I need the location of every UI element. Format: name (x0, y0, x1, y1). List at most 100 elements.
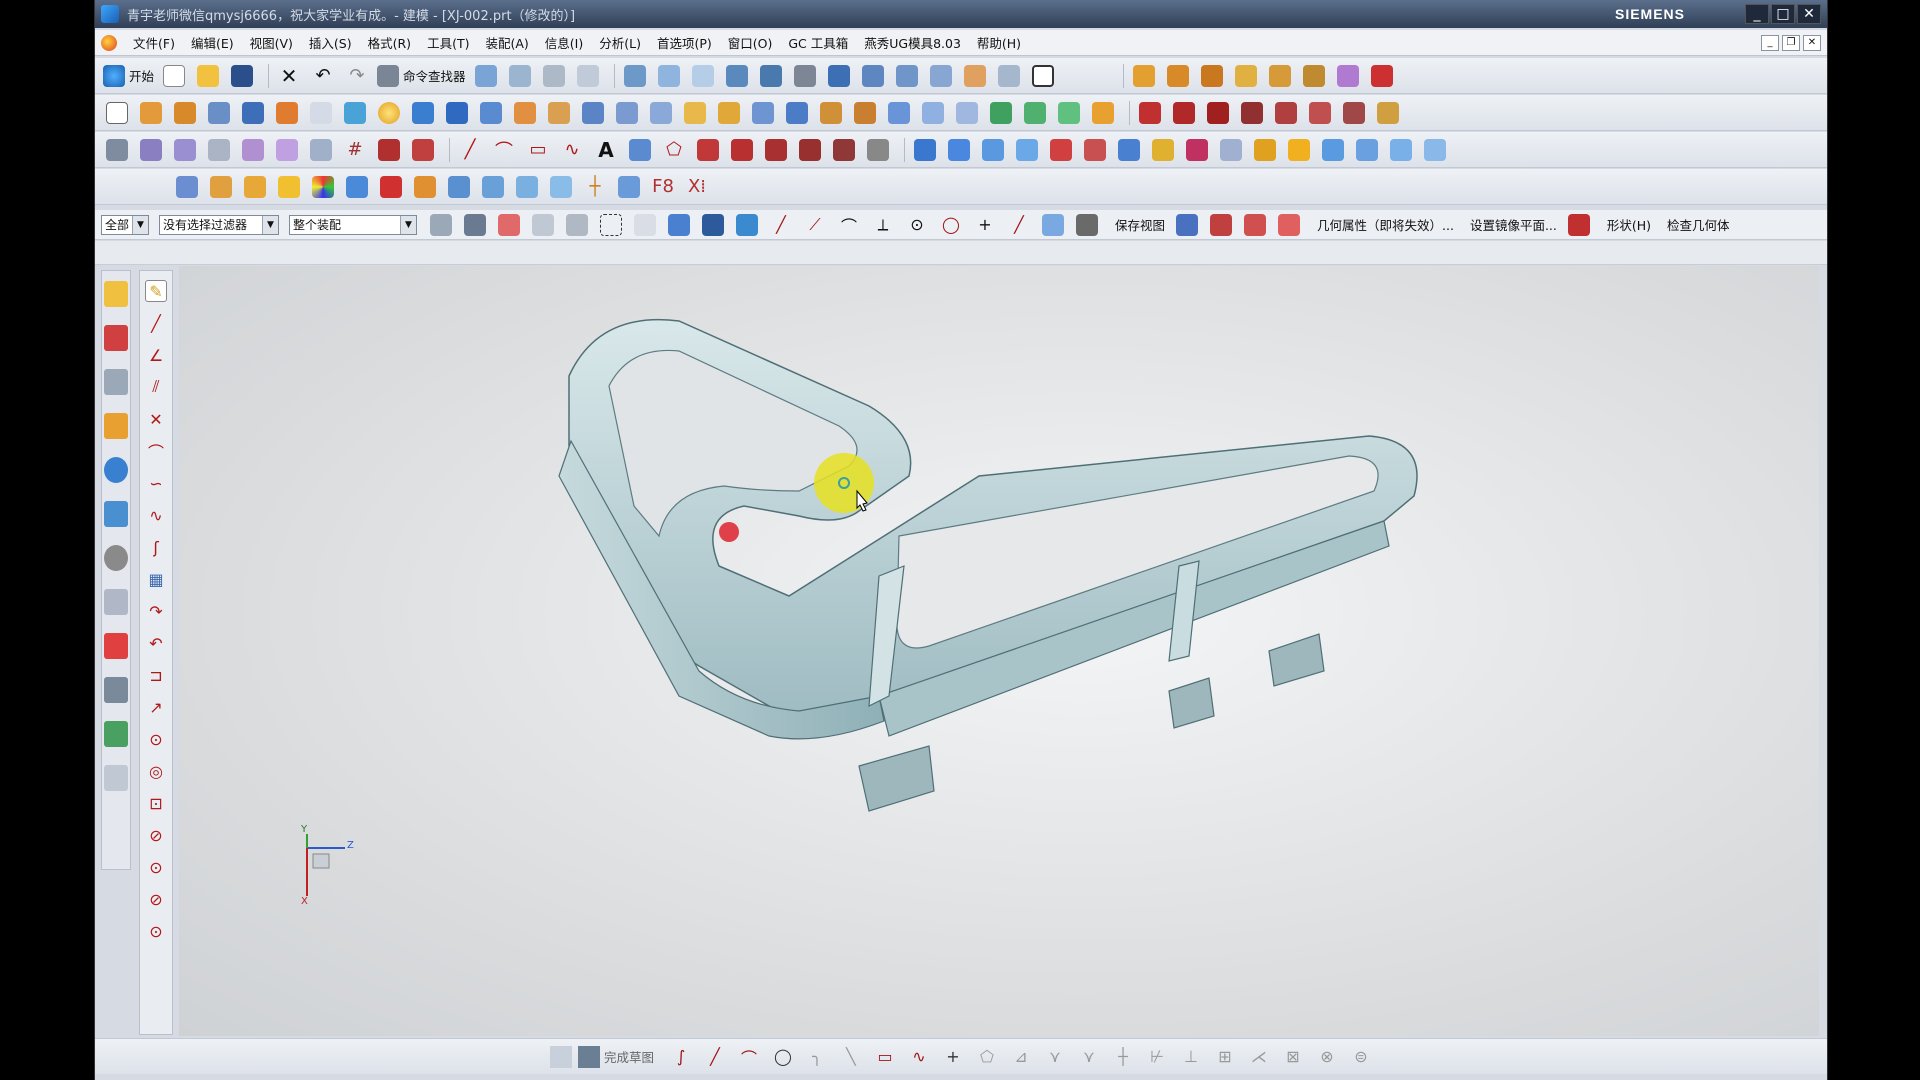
view-orient-button[interactable] (825, 62, 853, 90)
split-button[interactable] (715, 99, 743, 127)
circle-three-point-icon[interactable]: ⊡ (145, 792, 167, 814)
snap-end-button[interactable] (733, 211, 761, 239)
angle-line-icon[interactable]: ∠ (145, 344, 167, 366)
trim-icon[interactable]: ⋎ (1044, 1046, 1066, 1068)
snap-point-button[interactable] (495, 211, 523, 239)
spline-button[interactable]: ∿ (558, 136, 586, 164)
arc-tangent-icon[interactable]: ↷ (145, 600, 167, 622)
circle-tangent-icon[interactable]: ◎ (145, 760, 167, 782)
arc-icon[interactable]: ⌒ (738, 1046, 760, 1068)
selection-scope-select[interactable]: 整个装配 ▼ (289, 214, 417, 235)
arc-icon[interactable]: ⌒ (145, 440, 167, 462)
process-studio-icon[interactable] (104, 633, 128, 659)
redo-button[interactable]: ↷ (343, 62, 371, 90)
cylinder-button[interactable] (409, 99, 437, 127)
studio-spline-icon[interactable]: ∿ (908, 1046, 930, 1068)
system-materials-icon[interactable] (104, 589, 128, 615)
internet-explorer-icon[interactable] (104, 457, 128, 483)
doc-restore-icon[interactable]: ❐ (1782, 34, 1800, 51)
trim-corner-icon[interactable]: ⊐ (145, 664, 167, 686)
view-top-button[interactable] (859, 62, 887, 90)
wcs-orient-button[interactable] (207, 173, 235, 201)
plane-tool-button[interactable] (307, 136, 335, 164)
save-button[interactable] (228, 62, 256, 90)
view-tool-3[interactable] (1241, 211, 1269, 239)
menu-analysis[interactable]: 分析(L) (591, 33, 649, 52)
snap-line-button[interactable]: ╱ (767, 211, 795, 239)
sew-button[interactable] (919, 99, 947, 127)
surface-tool-7[interactable] (1115, 136, 1143, 164)
menu-assembly[interactable]: 装配(A) (477, 33, 536, 52)
surface-tool-2[interactable] (945, 136, 973, 164)
view-tool-4[interactable] (1275, 211, 1303, 239)
shape-menu-button[interactable]: 形状(H) (1607, 215, 1651, 234)
selection-filter-select[interactable]: 没有选择过滤器 ▼ (159, 214, 279, 235)
snap-on-curve-button[interactable]: ╱ (1005, 211, 1033, 239)
move-object-button[interactable] (540, 62, 568, 90)
text-button[interactable]: A (592, 136, 620, 164)
zoom-window-button[interactable] (689, 62, 717, 90)
fillet-icon[interactable]: ╮ (806, 1046, 828, 1068)
line-icon[interactable]: ╱ (704, 1046, 726, 1068)
subtract-button[interactable] (851, 99, 879, 127)
rectangle-icon[interactable]: ▭ (874, 1046, 896, 1068)
trim-body-button[interactable] (681, 99, 709, 127)
section-view-button[interactable] (411, 173, 439, 201)
mirror-button[interactable] (783, 99, 811, 127)
surface-tool-1[interactable] (911, 136, 939, 164)
rect-select-button[interactable] (597, 211, 625, 239)
menu-yanxiu-mold[interactable]: 燕秀UG模具8.03 (856, 33, 969, 52)
invert-show-button[interactable] (513, 173, 541, 201)
curve-tool-1[interactable] (1136, 99, 1164, 127)
blend-button[interactable] (545, 99, 573, 127)
background-button[interactable] (995, 62, 1023, 90)
select-arrow-button[interactable] (461, 211, 489, 239)
auto-constraint-icon[interactable]: ⋌ (1248, 1046, 1270, 1068)
edit-object-display-button[interactable] (343, 173, 371, 201)
curve-tool-6[interactable] (1306, 99, 1334, 127)
block-button[interactable] (443, 99, 471, 127)
rectangle-button[interactable]: ▭ (524, 136, 552, 164)
snap-existing-point-button[interactable]: + (971, 211, 999, 239)
arc-button[interactable]: ⌒ (490, 136, 518, 164)
fillet-icon[interactable]: ∽ (145, 472, 167, 494)
mold-tool-4[interactable] (1232, 62, 1260, 90)
menu-view[interactable]: 视图(V) (242, 33, 301, 52)
snap-on-face-button[interactable] (1039, 211, 1067, 239)
datum-button[interactable] (137, 136, 165, 164)
offset-button[interactable] (647, 99, 675, 127)
replace-face-button[interactable] (987, 99, 1015, 127)
select-solid-button[interactable] (665, 211, 693, 239)
point-set-button[interactable] (273, 136, 301, 164)
extrude-button[interactable] (137, 99, 165, 127)
layout-button[interactable] (1029, 62, 1057, 90)
f8-view-button[interactable]: F8 (649, 173, 677, 201)
menu-information[interactable]: 信息(I) (537, 33, 591, 52)
fit-all-button[interactable] (621, 62, 649, 90)
csys-rotate-button[interactable] (615, 173, 643, 201)
mold-tool-2[interactable] (1164, 62, 1192, 90)
show-hide-button[interactable] (479, 173, 507, 201)
app-menu-icon[interactable] (101, 34, 117, 51)
snap-quadrant-button[interactable]: ◯ (937, 211, 965, 239)
mold-tool-7[interactable] (1334, 62, 1362, 90)
hole-button[interactable] (205, 99, 233, 127)
doc-minimize-icon[interactable]: _ (1761, 34, 1779, 51)
menu-tools[interactable]: 工具(T) (419, 33, 477, 52)
line-icon[interactable]: ╱ (145, 312, 167, 334)
circle-radius-icon[interactable]: ⊘ (145, 824, 167, 846)
manufacturing-wizards-icon[interactable] (104, 677, 128, 703)
intersect-button[interactable] (885, 99, 913, 127)
render-style-button[interactable] (791, 62, 819, 90)
draft-button[interactable] (613, 99, 641, 127)
extend-icon[interactable]: ↗ (145, 696, 167, 718)
solid-box-button[interactable] (275, 173, 303, 201)
cone-button[interactable] (477, 99, 505, 127)
type-filter-select[interactable]: 全部 ▼ (101, 214, 149, 235)
relations-browser-icon[interactable]: ⊗ (1316, 1046, 1338, 1068)
surface-tool-15[interactable] (1387, 136, 1415, 164)
mold-tool-6[interactable] (1300, 62, 1328, 90)
roles-icon[interactable] (104, 721, 128, 747)
extend-icon[interactable]: ⋎ (1078, 1046, 1100, 1068)
grid-button[interactable]: # (341, 136, 369, 164)
